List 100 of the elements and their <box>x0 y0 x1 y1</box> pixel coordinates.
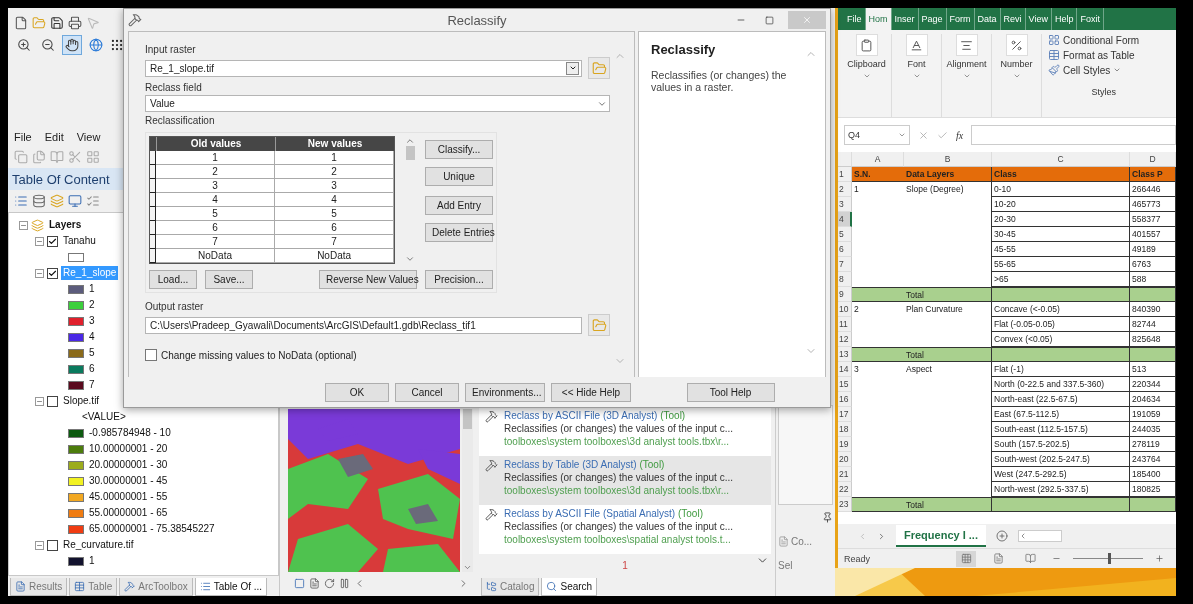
column-header[interactable]: D <box>1130 152 1176 167</box>
table-cell[interactable]: 4 <box>275 193 395 207</box>
checkbox[interactable] <box>47 539 58 551</box>
row-header[interactable]: 2 <box>838 182 852 197</box>
view-button[interactable] <box>956 550 976 567</box>
add-icon[interactable] <box>995 530 1008 542</box>
checkbox[interactable] <box>47 267 58 279</box>
layer-name[interactable]: Re_curvature.tif <box>61 538 136 552</box>
group-label[interactable]: Alignment <box>946 59 987 69</box>
row-header[interactable]: 1 <box>838 167 852 182</box>
table-cell[interactable]: 1 <box>156 151 276 165</box>
table-cell[interactable]: 1 <box>275 151 395 165</box>
input-raster-field[interactable]: Re_1_slope.tif <box>145 59 582 77</box>
action-button[interactable]: Unique <box>425 167 493 186</box>
database-icon[interactable] <box>32 194 46 208</box>
list-icon[interactable] <box>14 194 28 208</box>
scrollbar[interactable] <box>403 136 417 264</box>
chevron-right-icon[interactable] <box>877 531 886 541</box>
dropdown-button[interactable] <box>566 61 579 75</box>
row-selector[interactable] <box>150 179 156 193</box>
result-title[interactable]: Reclass by ASCII File (3D Analyst) <box>504 410 658 421</box>
panel-label[interactable]: Sel <box>778 559 793 571</box>
book-icon[interactable] <box>50 150 64 164</box>
table-cell[interactable]: NoData <box>156 249 276 263</box>
plus-icon[interactable] <box>1155 554 1164 563</box>
monitor-icon[interactable] <box>68 194 82 208</box>
row-header[interactable]: 9 <box>838 287 852 302</box>
style-command[interactable]: Cell Styles <box>1063 64 1111 76</box>
group-label[interactable]: Font <box>907 59 926 69</box>
dialog-button[interactable]: Cancel <box>395 382 459 402</box>
table-cell[interactable]: 5 <box>156 207 276 221</box>
row-header[interactable]: 16 <box>838 392 852 407</box>
collapse-icon[interactable] <box>35 268 44 278</box>
pin-icon[interactable] <box>822 511 833 523</box>
check-icon[interactable] <box>937 129 948 141</box>
result-title[interactable]: Reclass by Table (3D Analyst) <box>504 459 637 470</box>
row-header[interactable]: 18 <box>838 422 852 437</box>
panel-tab[interactable]: Results <box>10 578 68 596</box>
scroll-thumb[interactable] <box>405 146 415 160</box>
row-selector[interactable] <box>150 249 156 263</box>
row-header[interactable]: 21 <box>838 467 852 482</box>
caret-icon[interactable] <box>1113 66 1122 74</box>
scroll-thumb[interactable] <box>463 409 472 429</box>
options-icon[interactable] <box>86 194 100 208</box>
panel-tab[interactable]: ArcToolbox <box>119 578 193 596</box>
panel-tab[interactable]: Search <box>541 578 598 596</box>
row-header[interactable]: 10 <box>838 302 852 317</box>
files-icon[interactable] <box>32 150 46 164</box>
layers-icon[interactable] <box>50 194 64 208</box>
row-header[interactable]: 8 <box>838 272 852 287</box>
table-cell[interactable]: 2 <box>275 165 395 179</box>
collapse-icon[interactable] <box>35 540 44 550</box>
dialog-button[interactable]: OK <box>325 382 389 402</box>
scissors-icon[interactable] <box>68 150 82 164</box>
layer-name[interactable]: Tanahu <box>61 234 98 248</box>
column-header[interactable]: C <box>992 152 1130 167</box>
collapse-icon[interactable] <box>19 220 28 230</box>
row-header[interactable]: 12 <box>838 332 852 347</box>
column-header[interactable]: A <box>852 152 904 167</box>
grid-icon[interactable] <box>86 150 100 164</box>
search-result[interactable]: Reclass by ASCII File (3D Analyst) (Tool) Reclassifies (or changes) the values of the input c... toolboxes\system toolboxes\3d analyst tools.tbx\r... <box>479 407 771 456</box>
group-label[interactable]: Number <box>1000 59 1033 69</box>
checkbox[interactable] <box>47 235 58 247</box>
style-command[interactable]: Format as Table <box>1063 49 1135 61</box>
pan-tool[interactable] <box>62 35 82 55</box>
column-header[interactable]: B <box>904 152 992 167</box>
panel-tab[interactable]: Table <box>69 578 118 596</box>
panel-label[interactable]: Co... <box>791 535 813 547</box>
row-header[interactable]: 3 <box>838 197 852 212</box>
row-header[interactable]: 11 <box>838 317 852 332</box>
row-header[interactable]: 14 <box>838 362 852 377</box>
row-selector[interactable] <box>150 165 156 179</box>
function-label[interactable]: fx <box>956 129 964 141</box>
row-header[interactable]: 6 <box>838 242 852 257</box>
table-cell[interactable]: 5 <box>275 207 395 221</box>
action-button[interactable]: Save... <box>205 270 253 289</box>
search-result[interactable]: Reclass by ASCII File (Spatial Analyst) (Tool) Reclassifies (or changes) the values of the input c... toolboxes\system toolboxes\spatial analyst tools.t... <box>479 505 771 554</box>
search-result[interactable]: Reclass by Table (3D Analyst) (Tool) Reclassifies (or changes) the values of the input c... toolboxes\system toolboxes\3d analyst tools.tbx\r... <box>479 456 771 505</box>
panel-tab[interactable]: Table Of ... <box>194 578 268 596</box>
row-selector[interactable] <box>150 221 156 235</box>
formula-field[interactable] <box>971 125 1176 145</box>
action-button[interactable]: Load... <box>149 270 197 289</box>
menu-item[interactable]: File <box>14 131 32 143</box>
row-header[interactable]: 4 <box>838 212 852 227</box>
checkbox-label[interactable]: Change missing values to NoData (optional) <box>161 349 357 361</box>
row-header[interactable]: 23 <box>838 497 852 512</box>
action-button[interactable]: Delete Entries <box>425 223 493 242</box>
scrollbar[interactable] <box>462 409 473 572</box>
alignment-button[interactable] <box>955 34 978 56</box>
clipboard-button[interactable] <box>855 34 878 56</box>
collapse-icon[interactable] <box>35 236 44 246</box>
save-icon[interactable] <box>50 16 64 30</box>
layer-name[interactable]: Slope.tif <box>61 394 102 408</box>
scroll-down-icon[interactable] <box>463 563 472 572</box>
print-icon[interactable] <box>68 16 82 30</box>
page-icon[interactable] <box>309 577 320 589</box>
table-cell[interactable]: 7 <box>275 235 395 249</box>
row-selector[interactable] <box>150 207 156 221</box>
collapse-icon[interactable] <box>35 396 44 406</box>
new-file-icon[interactable] <box>14 16 28 30</box>
